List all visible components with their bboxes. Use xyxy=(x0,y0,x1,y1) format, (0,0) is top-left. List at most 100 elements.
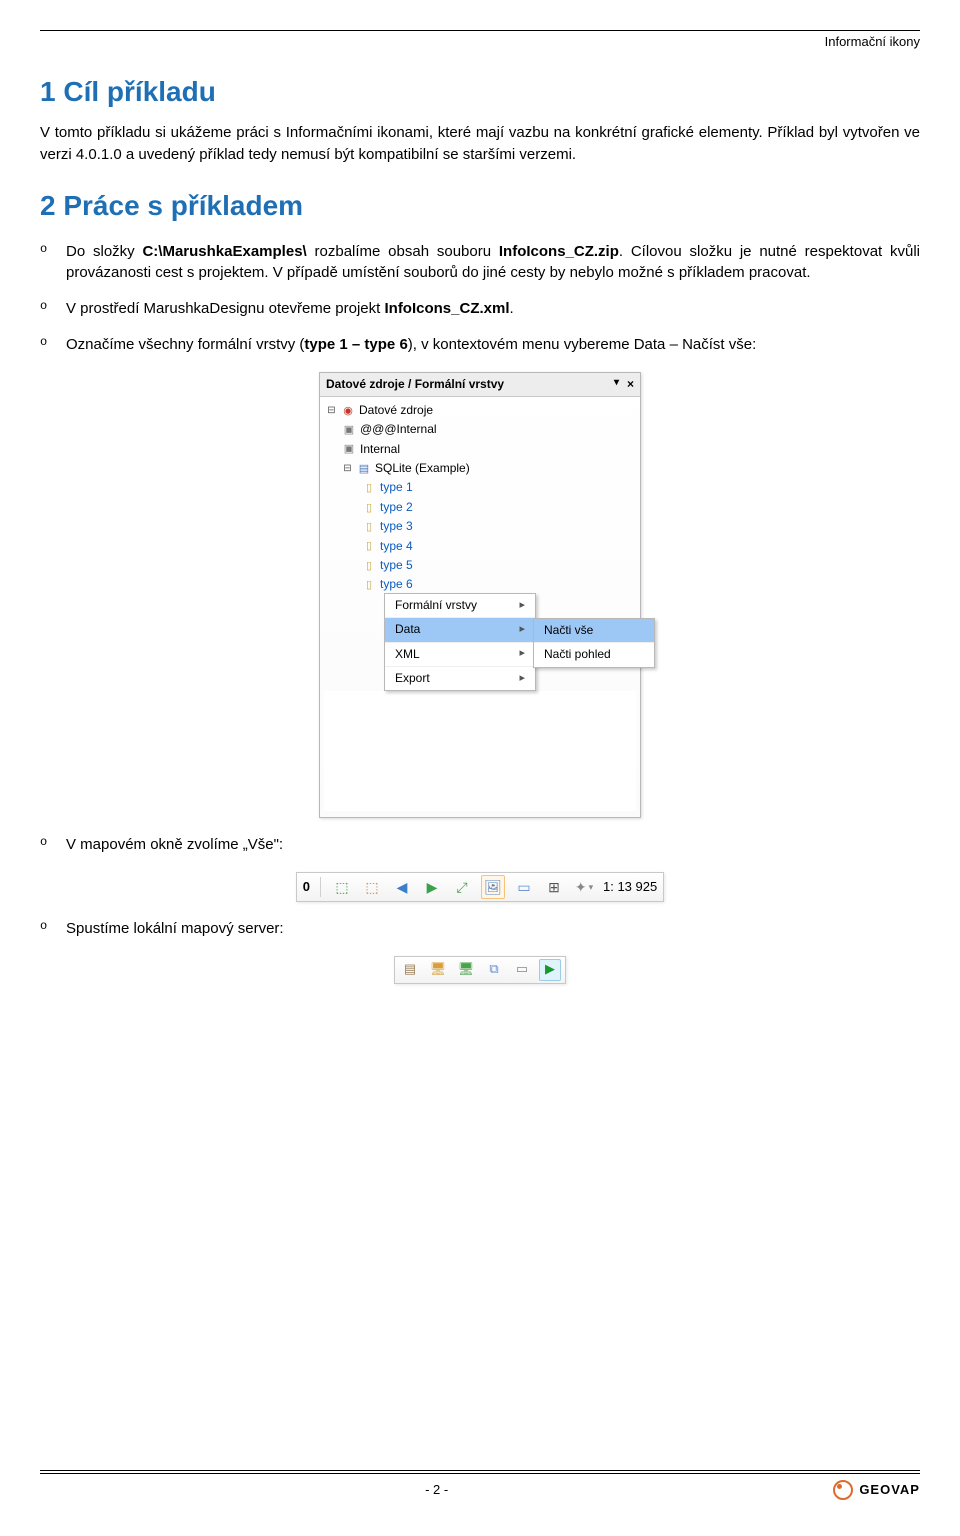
tools-icon[interactable]: ✦▾ xyxy=(573,876,595,898)
context-menu-item[interactable]: Formální vrstvy ▸ xyxy=(385,594,535,617)
chevron-right-icon: ▸ xyxy=(519,671,525,687)
section1-heading: 1 Cíl příkladu xyxy=(40,72,920,113)
tree-leaf-label: type 5 xyxy=(380,557,413,574)
tree-leaf[interactable]: ▯ type 5 xyxy=(324,556,636,575)
tree-leaf[interactable]: ▯ type 3 xyxy=(324,517,636,536)
tree-leaf-label: type 3 xyxy=(380,518,413,535)
tree-label: Internal xyxy=(360,441,400,458)
chevron-right-icon: ▸ xyxy=(519,622,525,638)
new-icon[interactable]: ▤ xyxy=(399,959,421,981)
database-icon: ▤ xyxy=(357,462,371,476)
submenu-item[interactable]: Načti vše xyxy=(534,619,654,642)
prev-icon[interactable]: ◀ xyxy=(391,876,413,898)
tree-node-sqlite[interactable]: ⊟ ▤ SQLite (Example) xyxy=(324,459,636,478)
footer: - 2 - GEOVAP xyxy=(40,1470,920,1500)
submenu-label: Načti pohled xyxy=(544,646,611,663)
tree-leaf-label: type 6 xyxy=(380,576,413,593)
globe-icon: ◉ xyxy=(341,404,355,418)
bullet-5: o Spustíme lokální mapový server: xyxy=(66,918,920,940)
tree-leaf-label: type 1 xyxy=(380,479,413,496)
module-icon: ▣ xyxy=(342,423,356,437)
separator xyxy=(320,877,321,897)
footer-rule xyxy=(40,1470,920,1474)
context-menu-item[interactable]: XML ▸ xyxy=(385,642,535,666)
bullet-marker: o xyxy=(40,241,47,258)
tree-node-internal2[interactable]: ▣ Internal xyxy=(324,440,636,459)
tree-leaf[interactable]: ▯ type 1 xyxy=(324,478,636,497)
page-number: - 2 - xyxy=(425,1481,448,1500)
bullet-marker: o xyxy=(40,834,47,851)
bullet-2-text: V prostředí MarushkaDesignu otevřeme pro… xyxy=(66,300,514,317)
toolbar-number: 0 xyxy=(303,878,310,897)
bullet-3: o Označíme všechny formální vrstvy (type… xyxy=(66,334,920,356)
tree-leaf-label: type 2 xyxy=(380,499,413,516)
window-icon[interactable]: ▭ xyxy=(513,876,535,898)
blank-area xyxy=(324,691,636,811)
bullet-1-text: Do složky C:\MarushkaExamples\ rozbalíme… xyxy=(66,243,920,282)
grid-icon[interactable]: ⊞ xyxy=(543,876,565,898)
submenu-label: Načti vše xyxy=(544,622,593,639)
section1-paragraph: V tomto příkladu si ukážeme práci s Info… xyxy=(40,122,920,166)
context-menu: Formální vrstvy ▸ Data ▸ XML ▸ Export ▸ xyxy=(384,593,536,692)
bullet-4-text: V mapovém okně zvolíme „Vše": xyxy=(66,836,283,853)
close-icon[interactable]: × xyxy=(627,376,634,393)
context-menu-item[interactable]: Export ▸ xyxy=(385,666,535,690)
menu-label: Data xyxy=(395,621,420,638)
refresh-icon[interactable]: ⤢ xyxy=(451,876,473,898)
tree-panel-title-bar: Datové zdroje / Formální vrstvy ▾ × xyxy=(320,373,640,397)
file-icon: ▯ xyxy=(362,520,376,534)
map-toolbar: 0 ⬚ ⬚ ◀ ▶ ⤢ 🖼 ▭ ⊞ ✦▾ 1: 13 925 xyxy=(296,872,664,902)
bullet-5-text: Spustíme lokální mapový server: xyxy=(66,920,284,937)
bullet-3-text: Označíme všechny formální vrstvy (type 1… xyxy=(66,336,756,353)
server-b-icon[interactable]: 🖥 xyxy=(455,959,477,981)
bullet-marker: o xyxy=(40,334,47,351)
tree-root-label: Datové zdroje xyxy=(359,402,433,419)
server-a-icon[interactable]: 🖥 xyxy=(427,959,449,981)
top-rule xyxy=(40,30,920,31)
tree-label: @@@Internal xyxy=(360,421,437,438)
header-label: Informační ikony xyxy=(40,33,920,52)
tree-panel: Datové zdroje / Formální vrstvy ▾ × ⊟ ◉ … xyxy=(319,372,641,819)
tree-leaf-label: type 4 xyxy=(380,538,413,555)
minimize-icon[interactable]: ▾ xyxy=(614,376,619,393)
menu-label: XML xyxy=(395,646,420,663)
bullet-2: o V prostředí MarushkaDesignu otevřeme p… xyxy=(66,298,920,320)
layers-out-icon[interactable]: ⬚ xyxy=(361,876,383,898)
context-submenu: Načti vše Načti pohled xyxy=(533,618,655,668)
chevron-right-icon: ▸ xyxy=(519,646,525,662)
menu-label: Export xyxy=(395,670,430,687)
brand-name: GEOVAP xyxy=(859,1481,920,1500)
tree-root[interactable]: ⊟ ◉ Datové zdroje xyxy=(324,401,636,420)
menu-label: Formální vrstvy xyxy=(395,597,477,614)
context-menu-item-data[interactable]: Data ▸ xyxy=(385,617,535,641)
tree-label: SQLite (Example) xyxy=(375,460,470,477)
expander-icon[interactable]: ⊟ xyxy=(342,463,353,475)
file-icon: ▯ xyxy=(362,539,376,553)
bullet-marker: o xyxy=(40,298,47,315)
tree-panel-title: Datové zdroje / Formální vrstvy xyxy=(326,376,504,393)
tree-node-internal1[interactable]: ▣ @@@Internal xyxy=(324,420,636,439)
expander-icon[interactable]: ⊟ xyxy=(326,405,337,417)
play-button[interactable]: ▶ xyxy=(539,959,561,981)
file-icon: ▯ xyxy=(362,481,376,495)
layers-in-icon[interactable]: ⬚ xyxy=(331,876,353,898)
section2-heading: 2 Práce s příkladem xyxy=(40,186,920,227)
bullet-marker: o xyxy=(40,918,47,935)
module-icon: ▣ xyxy=(342,442,356,456)
submenu-item[interactable]: Načti pohled xyxy=(534,642,654,666)
tree-leaf[interactable]: ▯ type 4 xyxy=(324,537,636,556)
file-icon: ▯ xyxy=(362,501,376,515)
chevron-right-icon: ▸ xyxy=(519,598,525,614)
next-icon[interactable]: ▶ xyxy=(421,876,443,898)
footer-logo: GEOVAP xyxy=(833,1480,920,1500)
browse-icon[interactable]: ▭ xyxy=(511,959,533,981)
windows-icon[interactable]: ⧉ xyxy=(483,959,505,981)
file-icon: ▯ xyxy=(362,559,376,573)
server-toolbar: ▤ 🖥 🖥 ⧉ ▭ ▶ xyxy=(394,956,566,984)
tree: ⊟ ◉ Datové zdroje ▣ @@@Internal ▣ Intern… xyxy=(320,397,640,817)
scale-label: 1: 13 925 xyxy=(603,878,657,897)
tree-leaf[interactable]: ▯ type 2 xyxy=(324,498,636,517)
file-icon: ▯ xyxy=(362,578,376,592)
bullet-4: o V mapovém okně zvolíme „Vše": xyxy=(66,834,920,856)
image-all-icon[interactable]: 🖼 xyxy=(481,875,505,899)
